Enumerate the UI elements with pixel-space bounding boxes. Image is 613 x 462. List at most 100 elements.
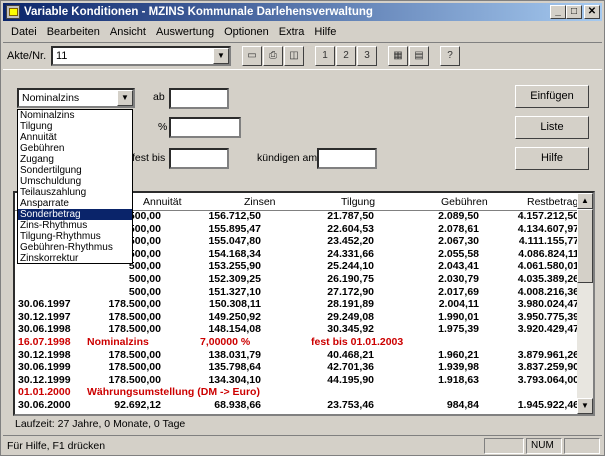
- row-date: 30.06.1999: [18, 361, 71, 374]
- dropdown-item[interactable]: Gebühren: [18, 143, 132, 154]
- title-bar[interactable]: Variable Konditionen - MZINS Kommunale D…: [3, 3, 602, 21]
- cell-tilgung: 27.172,90: [327, 285, 374, 298]
- cell-tilgung: 22.604,53: [327, 222, 374, 235]
- cell-restbetrag: 3.837.259,90: [517, 361, 579, 374]
- dropdown-item[interactable]: Sondertilgung: [18, 165, 132, 176]
- table-row[interactable]: 30.12.2000 92.692,12 68.107,29 24.584,83 972…: [15, 412, 579, 415]
- cell-tilgung: 30.345,92: [327, 323, 374, 336]
- disk-icon[interactable]: ▭: [242, 46, 262, 66]
- page-next-icon[interactable]: 3: [357, 46, 377, 66]
- scroll-up-icon[interactable]: ▲: [577, 193, 593, 209]
- cell-gebuehren: 1.939,98: [438, 361, 479, 374]
- dropdown-item[interactable]: Sonderbetrag: [18, 209, 132, 220]
- cell-tilgung: 28.191,89: [327, 298, 374, 311]
- cell-annuitaet: 92.692,12: [114, 398, 161, 411]
- cell-zinsen: 148.154,08: [208, 323, 261, 336]
- cell-zinsen: 151.327,10: [208, 285, 261, 298]
- printer-icon[interactable]: ⎙: [263, 46, 283, 66]
- menu-bearbeiten[interactable]: Bearbeiten: [42, 26, 105, 38]
- table-row[interactable]: 30.12.1998 178.500,00 138.031,79 40.468,21 1…: [15, 349, 579, 362]
- preview-icon[interactable]: ◫: [284, 46, 304, 66]
- cell-zinsen: 135.798,64: [208, 361, 261, 374]
- col-zinsen: Zinsen: [244, 196, 276, 208]
- row-date: 30.06.1998: [18, 323, 71, 336]
- cell-restbetrag: 4.134.607,97: [517, 222, 579, 235]
- cell-zinsen: 155.895,47: [208, 222, 261, 235]
- table-row[interactable]: 30.06.1999 178.500,00 135.798,64 42.701,36 1…: [15, 361, 579, 374]
- event-row[interactable]: 01.01.2000 Währungsumstellung (DM -> Euro…: [15, 386, 579, 399]
- chevron-down-icon[interactable]: ▼: [213, 48, 229, 64]
- row-date: 16.07.1998: [18, 335, 71, 348]
- table-row[interactable]: 30.06.1997 178.500,00 150.308,11 28.191,89 2…: [15, 298, 579, 311]
- cell-tilgung: 29.249,08: [327, 310, 374, 323]
- table-icon[interactable]: ▤: [409, 46, 429, 66]
- menu-auswertung[interactable]: Auswertung: [151, 26, 219, 38]
- col-tilgung: Tilgung: [341, 196, 376, 208]
- table-row[interactable]: 30.12.1997 178.500,00 149.250,92 29.249,08 1…: [15, 311, 579, 324]
- vertical-scrollbar[interactable]: ▲ ▼: [577, 193, 593, 414]
- fest-bis-field[interactable]: [169, 148, 229, 169]
- dropdown-item[interactable]: Umschuldung: [18, 176, 132, 187]
- close-button[interactable]: ✕: [584, 5, 600, 19]
- page-prev-icon[interactable]: 2: [336, 46, 356, 66]
- cell-annuitaet: 178.500,00: [108, 310, 161, 323]
- event-label: Währungsumstellung (DM -> Euro): [87, 386, 260, 399]
- cell-restbetrag: 3.920.429,47: [517, 323, 579, 336]
- dropdown-item[interactable]: Ansparrate: [18, 198, 132, 209]
- menu-ansicht[interactable]: Ansicht: [105, 26, 151, 38]
- akte-select[interactable]: 11 ▼: [51, 46, 231, 66]
- condition-type-dropdown[interactable]: Nominalzins Tilgung Annuität Gebühren Zugang…: [17, 109, 133, 264]
- menu-extra[interactable]: Extra: [274, 26, 310, 38]
- menu-datei[interactable]: Datei: [6, 26, 42, 38]
- dropdown-item[interactable]: Annuität: [18, 132, 132, 143]
- dropdown-item[interactable]: Zins-Rhythmus: [18, 220, 132, 231]
- scroll-thumb[interactable]: [577, 209, 593, 283]
- hilfe-button[interactable]: Hilfe: [515, 147, 589, 170]
- maximize-button[interactable]: □: [566, 5, 582, 19]
- table-row[interactable]: 30.12.1999 178.500,00 134.304,10 44.195,90 1…: [15, 374, 579, 387]
- dropdown-item[interactable]: Zinskorrektur: [18, 253, 132, 264]
- col-annuitaet: Annuität: [143, 196, 182, 208]
- cell-restbetrag: 1.921.337,63: [518, 412, 579, 415]
- table-row[interactable]: 30.06.1998 178.500,00 148.154,08 30.345,92 1…: [15, 323, 579, 336]
- cell-annuitaet: 500,00: [128, 272, 161, 285]
- dropdown-item[interactable]: Gebühren-Rhythmus: [18, 242, 132, 253]
- cell-annuitaet: 92.692,12: [114, 412, 161, 415]
- dropdown-item[interactable]: Tilgung: [18, 121, 132, 132]
- menu-optionen[interactable]: Optionen: [219, 26, 274, 38]
- event-row[interactable]: 16.07.1998 Nominalzins 7,00000 % fest bis 0…: [15, 336, 579, 349]
- dropdown-item[interactable]: Tilgung-Rhythmus: [18, 231, 132, 242]
- dropdown-item[interactable]: Teilauszahlung: [18, 187, 132, 198]
- row-date: 30.12.2000: [18, 412, 71, 415]
- kuendigen-label: kündigen am: [257, 152, 318, 164]
- einfuegen-button[interactable]: Einfügen: [515, 85, 589, 108]
- menu-hilfe[interactable]: Hilfe: [309, 26, 341, 38]
- minimize-button[interactable]: _: [550, 5, 566, 19]
- cell-gebuehren: 2.004,11: [438, 298, 479, 311]
- scroll-down-icon[interactable]: ▼: [577, 398, 593, 414]
- condition-type-combo[interactable]: Nominalzins ▼: [17, 88, 135, 108]
- table-row[interactable]: 500,00 151.327,10 27.172,90 2.017,69 4.008.2…: [15, 286, 579, 299]
- table-row[interactable]: 500,00 152.309,25 26.190,75 2.030,79 4.035.3…: [15, 273, 579, 286]
- rate-field[interactable]: [169, 117, 241, 138]
- cell-gebuehren: 2.078,61: [438, 222, 479, 235]
- ab-date-field[interactable]: [169, 88, 229, 109]
- cell-annuitaet: 178.500,00: [108, 323, 161, 336]
- help-icon[interactable]: ?: [440, 46, 460, 66]
- status-pane-empty-2: [564, 437, 600, 454]
- dropdown-item[interactable]: Zugang: [18, 154, 132, 165]
- page-first-icon[interactable]: 1: [315, 46, 335, 66]
- kuendigen-field[interactable]: [317, 148, 377, 169]
- table-row[interactable]: 30.06.2000 92.692,12 68.938,66 23.753,46 984…: [15, 399, 579, 412]
- dropdown-item[interactable]: Nominalzins: [18, 110, 132, 121]
- chevron-down-icon[interactable]: ▼: [117, 90, 133, 106]
- cell-gebuehren: 2.089,50: [438, 210, 479, 222]
- cell-zinsen: 154.168,34: [208, 247, 261, 260]
- app-icon[interactable]: [6, 5, 20, 19]
- laufzeit-text: Laufzeit: 27 Jahre, 0 Monate, 0 Tage: [15, 418, 186, 430]
- grid-icon[interactable]: ▦: [388, 46, 408, 66]
- ab-label: ab: [153, 91, 165, 103]
- cell-gebuehren: 1.918,63: [438, 373, 479, 386]
- liste-button[interactable]: Liste: [515, 116, 589, 139]
- cell-annuitaet: 500,00: [128, 247, 161, 260]
